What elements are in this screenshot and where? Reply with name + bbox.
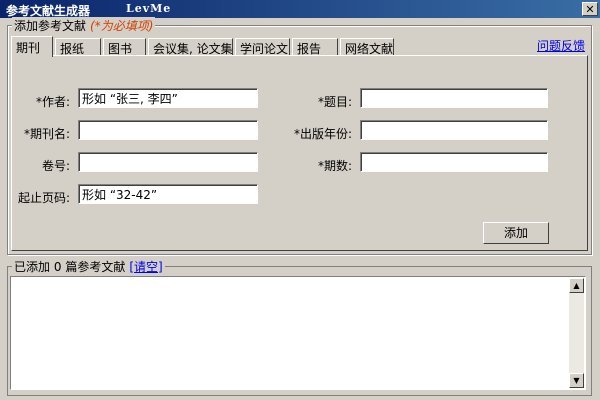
add-button[interactable]: 添加 bbox=[483, 222, 549, 244]
tab-thesis[interactable]: 学问论文 bbox=[235, 38, 290, 56]
title-bar: 参考文献生成器 LevMe ✕ bbox=[0, 0, 600, 18]
vertical-scrollbar[interactable]: ▲ ▼ bbox=[569, 278, 584, 388]
tab-journal[interactable]: 期刊 bbox=[11, 36, 53, 57]
scroll-up-icon[interactable]: ▲ bbox=[569, 278, 584, 293]
version-label: LevMe bbox=[126, 2, 172, 15]
issue-label: *期数: bbox=[317, 159, 352, 173]
year-field[interactable] bbox=[360, 120, 548, 140]
tab-report[interactable]: 报告 bbox=[292, 38, 338, 56]
tab-book[interactable]: 图书 bbox=[103, 38, 146, 56]
volume-label: 卷号: bbox=[41, 159, 70, 173]
result-count: 0 bbox=[53, 260, 62, 274]
tab-web[interactable]: 网络文献 bbox=[340, 38, 394, 56]
title-field[interactable] bbox=[360, 88, 548, 108]
issue-field[interactable] bbox=[360, 152, 548, 172]
result-textarea[interactable]: ▲ ▼ bbox=[10, 276, 586, 390]
year-label: *出版年份: bbox=[293, 127, 352, 141]
add-reference-legend: 添加参考文献 (*为必填项) bbox=[12, 17, 156, 34]
tab-newspaper[interactable]: 报纸 bbox=[55, 38, 101, 56]
tab-proceedings[interactable]: 会议集, 论文集 bbox=[148, 38, 233, 56]
result-prefix: 已添加 bbox=[14, 260, 51, 274]
app-window: 参考文献生成器 LevMe ✕ 添加参考文献 (*为必填项) 期刊 报纸 图书 会… bbox=[0, 0, 600, 400]
journal-field[interactable] bbox=[78, 120, 258, 140]
scroll-down-icon[interactable]: ▼ bbox=[569, 373, 584, 388]
close-button[interactable]: ✕ bbox=[582, 2, 598, 16]
journal-label: *期刊名: bbox=[23, 127, 70, 141]
volume-field[interactable] bbox=[78, 152, 258, 172]
add-reference-title: 添加参考文献 bbox=[14, 19, 87, 33]
result-legend: 已添加 0 篇参考文献 [请空] bbox=[12, 258, 165, 275]
result-suffix: 篇参考文献 bbox=[65, 260, 126, 274]
clear-link[interactable]: [请空] bbox=[129, 260, 162, 274]
author-field[interactable] bbox=[78, 88, 258, 108]
author-label: *作者: bbox=[35, 95, 70, 109]
feedback-link[interactable]: 问题反馈 bbox=[537, 37, 585, 54]
pages-label: 起止页码: bbox=[17, 191, 70, 205]
required-note: (*为必填项) bbox=[90, 19, 154, 33]
title-label: *题目: bbox=[317, 95, 352, 109]
pages-field[interactable] bbox=[78, 184, 258, 204]
